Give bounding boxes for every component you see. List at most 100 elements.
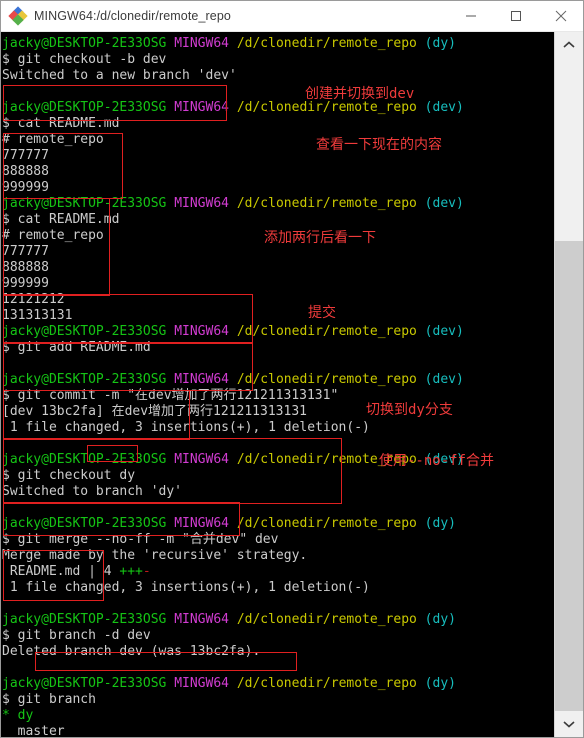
minimize-button[interactable] bbox=[448, 1, 493, 31]
terminal-output-line: 999999 bbox=[2, 180, 554, 196]
terminal-output[interactable]: jacky@DESKTOP-2E33OSG MINGW64 /d/clonedi… bbox=[1, 32, 554, 737]
diffstat-deletions: - bbox=[142, 564, 151, 579]
prompt-branch: (dy) bbox=[424, 516, 456, 531]
prompt-user-host: jacky@DESKTOP-2E33OSG bbox=[2, 324, 167, 339]
terminal-output-line: [dev 13bc2fa] 在dev增加了两行121211313131 bbox=[2, 404, 554, 420]
prompt-branch: (dy) bbox=[424, 36, 456, 51]
command-text: $ cat README.md bbox=[2, 212, 120, 227]
command-text: $ git branch -d dev bbox=[2, 628, 151, 643]
terminal-command-line: $ cat README.md bbox=[2, 212, 554, 228]
prompt-branch: (dy) bbox=[424, 612, 456, 627]
terminal-output-line: Switched to branch 'dy' bbox=[2, 484, 554, 500]
prompt-path: /d/clonedir/remote_repo bbox=[236, 100, 417, 115]
title-bar[interactable]: MINGW64:/d/clonedir/remote_repo bbox=[1, 1, 583, 32]
terminal-prompt-line: jacky@DESKTOP-2E33OSG MINGW64 /d/clonedi… bbox=[2, 516, 554, 532]
prompt-user-host: jacky@DESKTOP-2E33OSG bbox=[2, 100, 167, 115]
annotation-after-add-two-lines: 添加两行后看一下 bbox=[264, 230, 376, 246]
prompt-branch: (dev) bbox=[424, 196, 464, 211]
prompt-branch: (dev) bbox=[424, 324, 464, 339]
terminal-output-line: 131313131 bbox=[2, 308, 554, 324]
terminal-prompt-line: jacky@DESKTOP-2E33OSG MINGW64 /d/clonedi… bbox=[2, 676, 554, 692]
terminal-output-line: 888888 bbox=[2, 164, 554, 180]
terminal-command-line: $ git commit -m "在dev增加了两行121211313131" bbox=[2, 388, 554, 404]
diffstat-additions: +++ bbox=[119, 564, 143, 579]
prompt-path: /d/clonedir/remote_repo bbox=[236, 676, 417, 691]
annotation-view-content: 查看一下现在的内容 bbox=[316, 137, 442, 153]
scroll-up-arrow-icon[interactable] bbox=[555, 32, 583, 58]
output-text: # remote_repo bbox=[2, 228, 104, 243]
output-text: 131313131 bbox=[2, 308, 73, 323]
output-text: 999999 bbox=[2, 276, 49, 291]
terminal-output-line: 777777 bbox=[2, 244, 554, 260]
command-text: $ git checkout dy bbox=[2, 468, 136, 483]
output-text: Deleted branch dev (was 13bc2fa). bbox=[2, 644, 261, 659]
command-text-tail: -m "合并dev" dev bbox=[150, 532, 279, 547]
output-text: 1 file changed, 3 insertions(+), 1 delet… bbox=[2, 420, 370, 435]
prompt-shell: MINGW64 bbox=[174, 612, 229, 627]
prompt-shell: MINGW64 bbox=[174, 324, 229, 339]
merge-no-ff-flag: --no-ff bbox=[95, 532, 151, 547]
prompt-shell: MINGW64 bbox=[174, 196, 229, 211]
terminal-output-line: Merge made by the 'recursive' strategy. bbox=[2, 548, 554, 564]
scroll-down-arrow-icon[interactable] bbox=[555, 711, 583, 737]
annotation-switch-dy: 切换到dy分支 bbox=[366, 402, 453, 418]
terminal-prompt-line: jacky@DESKTOP-2E33OSG MINGW64 /d/clonedi… bbox=[2, 324, 554, 340]
terminal-command-line: $ git branch bbox=[2, 692, 554, 708]
prompt-path: /d/clonedir/remote_repo bbox=[236, 196, 417, 211]
output-text: 12121212 bbox=[2, 292, 65, 307]
scrollbar-thumb[interactable] bbox=[555, 240, 583, 711]
diffstat-file: README.md | 4 bbox=[2, 564, 120, 579]
output-text: 1 file changed, 3 insertions(+), 1 delet… bbox=[2, 580, 370, 595]
prompt-user-host: jacky@DESKTOP-2E33OSG bbox=[2, 676, 167, 691]
window-controls bbox=[448, 1, 583, 31]
prompt-user-host: jacky@DESKTOP-2E33OSG bbox=[2, 372, 167, 387]
terminal-output-line: Switched to a new branch 'dev' bbox=[2, 68, 554, 84]
annotation-use-no-ff: 使用--no-ff合并 bbox=[379, 453, 495, 469]
terminal-command-line: $ git add README.md bbox=[2, 340, 554, 356]
prompt-shell: MINGW64 bbox=[174, 516, 229, 531]
terminal-output-line: 1 file changed, 3 insertions(+), 1 delet… bbox=[2, 580, 554, 596]
prompt-shell: MINGW64 bbox=[174, 372, 229, 387]
prompt-branch: (dev) bbox=[424, 372, 464, 387]
output-text: Switched to branch 'dy' bbox=[2, 484, 183, 499]
output-text: [dev 13bc2fa] 在dev增加了两行121211313131 bbox=[2, 404, 307, 419]
window-title: MINGW64:/d/clonedir/remote_repo bbox=[34, 9, 231, 23]
terminal-prompt-line: jacky@DESKTOP-2E33OSG MINGW64 /d/clonedi… bbox=[2, 612, 554, 628]
output-text: master bbox=[2, 724, 65, 737]
close-button[interactable] bbox=[538, 1, 583, 31]
command-text: $ git checkout -b dev bbox=[2, 52, 167, 67]
output-text: 777777 bbox=[2, 244, 49, 259]
terminal-prompt-line: jacky@DESKTOP-2E33OSG MINGW64 /d/clonedi… bbox=[2, 196, 554, 212]
terminal-output-line: 888888 bbox=[2, 260, 554, 276]
terminal-scrollbar[interactable] bbox=[554, 32, 583, 737]
prompt-user-host: jacky@DESKTOP-2E33OSG bbox=[2, 36, 167, 51]
git-bash-diamond-icon bbox=[8, 6, 28, 26]
scrollbar-track[interactable] bbox=[555, 58, 583, 711]
terminal-output-line: master bbox=[2, 724, 554, 737]
annotation-create-switch-dev: 创建并切换到dev bbox=[305, 86, 415, 102]
terminal-area: jacky@DESKTOP-2E33OSG MINGW64 /d/clonedi… bbox=[1, 32, 583, 737]
prompt-shell: MINGW64 bbox=[174, 452, 229, 467]
terminal-command-line: $ git branch -d dev bbox=[2, 628, 554, 644]
current-branch-name: * dy bbox=[2, 708, 34, 723]
command-text: $ cat README.md bbox=[2, 116, 120, 131]
prompt-branch: (dy) bbox=[424, 676, 456, 691]
prompt-shell: MINGW64 bbox=[174, 36, 229, 51]
terminal-command-line: $ git checkout dy bbox=[2, 468, 554, 484]
output-text: 888888 bbox=[2, 164, 49, 179]
terminal-command-line: $ git checkout -b dev bbox=[2, 52, 554, 68]
terminal-prompt-line: jacky@DESKTOP-2E33OSG MINGW64 /d/clonedi… bbox=[2, 372, 554, 388]
prompt-path: /d/clonedir/remote_repo bbox=[236, 36, 417, 51]
prompt-branch: (dev) bbox=[424, 100, 464, 115]
output-text: Switched to a new branch 'dev' bbox=[2, 68, 237, 83]
maximize-button[interactable] bbox=[493, 1, 538, 31]
output-text: 888888 bbox=[2, 260, 49, 275]
terminal-prompt-line: jacky@DESKTOP-2E33OSG MINGW64 /d/clonedi… bbox=[2, 100, 554, 116]
terminal-output-line: Deleted branch dev (was 13bc2fa). bbox=[2, 644, 554, 660]
annotation-commit: 提交 bbox=[308, 305, 336, 321]
